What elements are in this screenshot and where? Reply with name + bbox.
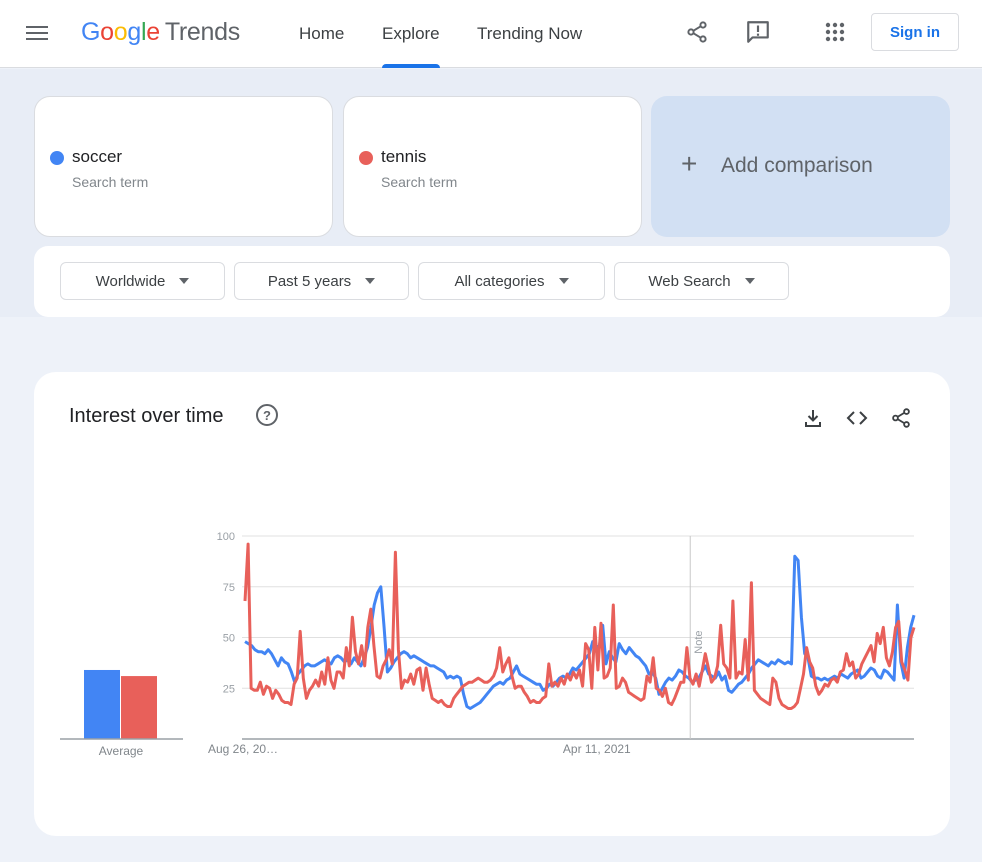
nav-explore[interactable]: Explore <box>382 0 440 68</box>
card-title: Interest over time <box>69 405 224 427</box>
filter-label: Worldwide <box>95 272 166 290</box>
menu-icon-bar <box>26 38 48 40</box>
interest-over-time-card: Interest over time ? <box>34 372 950 836</box>
add-comparison-button[interactable]: + Add comparison <box>651 96 950 237</box>
location-filter-dropdown[interactable]: Worldwide <box>60 262 225 300</box>
logo-letter: G <box>81 18 101 46</box>
search-type-filter-dropdown[interactable]: Web Search <box>614 262 789 300</box>
google-trends-logo[interactable]: Google Trends <box>81 18 240 47</box>
logo-letter: e <box>146 18 160 46</box>
search-term-text: soccer <box>72 147 123 166</box>
menu-icon-bar <box>26 26 48 28</box>
share-icon <box>687 21 707 43</box>
dropdown-arrow-icon <box>179 278 190 284</box>
apps-button[interactable] <box>821 18 849 46</box>
nav-home[interactable]: Home <box>299 0 344 68</box>
filter-bar: Worldwide Past 5 years All categories We… <box>34 246 950 317</box>
dropdown-arrow-icon <box>365 278 376 284</box>
search-term-card-soccer[interactable]: soccer Search term <box>34 96 333 237</box>
main-menu-button[interactable] <box>24 22 50 46</box>
filter-label: All categories <box>454 272 545 290</box>
search-term-text: tennis <box>381 147 427 166</box>
top-app-bar: Google Trends Home Explore Trending Now S… <box>0 0 982 68</box>
share-icon <box>892 408 910 428</box>
share-button[interactable] <box>683 18 711 46</box>
add-comparison-label: Add comparison <box>721 154 873 177</box>
feedback-button[interactable] <box>744 18 772 46</box>
embed-icon <box>846 411 868 425</box>
apps-icon <box>825 22 845 42</box>
dropdown-arrow-icon <box>744 278 755 284</box>
series-color-dot <box>359 151 373 165</box>
search-term-card-tennis[interactable]: tennis Search term <box>343 96 642 237</box>
search-term-subtitle: Search term <box>381 174 458 190</box>
sign-in-button[interactable]: Sign in <box>871 13 959 51</box>
time-range-filter-dropdown[interactable]: Past 5 years <box>234 262 409 300</box>
help-icon[interactable]: ? <box>256 404 278 426</box>
filter-label: Past 5 years <box>267 272 352 290</box>
logo-letter: g <box>127 18 141 46</box>
filter-label: Web Search <box>648 272 731 290</box>
download-icon <box>805 410 821 427</box>
nav-trending-now[interactable]: Trending Now <box>477 0 582 68</box>
feedback-icon <box>747 21 769 43</box>
logo-letter: o <box>100 18 114 46</box>
series-color-dot <box>50 151 64 165</box>
logo-product-name: Trends <box>164 18 240 46</box>
embed-button[interactable] <box>845 406 869 430</box>
download-csv-button[interactable] <box>801 406 825 430</box>
category-filter-dropdown[interactable]: All categories <box>418 262 605 300</box>
dropdown-arrow-icon <box>558 278 569 284</box>
plus-icon: + <box>681 148 698 179</box>
menu-icon-bar <box>26 32 48 34</box>
logo-letter: o <box>113 18 128 46</box>
search-term-subtitle: Search term <box>72 174 149 190</box>
share-chart-button[interactable] <box>889 406 913 430</box>
